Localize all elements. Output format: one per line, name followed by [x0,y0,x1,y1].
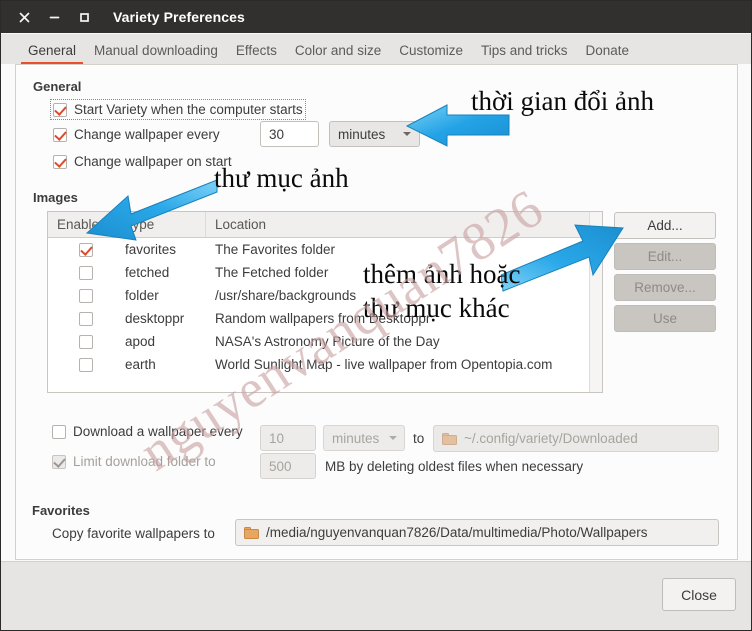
row-enabled-cell[interactable] [48,288,116,303]
edit-button: Edit... [614,243,716,270]
row-type-cell: favorites [125,242,177,257]
start-on-boot-checkbox[interactable] [53,102,67,117]
close-button[interactable]: Close [662,578,736,611]
images-section-heading: Images [33,190,78,205]
row-enabled-cell[interactable] [48,357,116,372]
row-enabled-checkbox[interactable] [79,311,93,326]
change-every-row: Change wallpaper every [53,127,220,142]
favorites-folder-path: /media/nguyenvanquan7826/Data/multimedia… [266,525,648,540]
download-folder-path: ~/.config/variety/Downloaded [464,431,638,446]
row-enabled-checkbox[interactable] [79,288,93,303]
use-button: Use [614,305,716,332]
download-folder-path-button: ~/.config/variety/Downloaded [433,425,719,452]
table-row[interactable]: desktoppr Random wallpapers from Desktop… [48,307,602,330]
table-row[interactable]: folder /usr/share/backgrounds [48,284,602,307]
action-bar: Close [1,561,751,630]
row-enabled-checkbox[interactable] [79,242,93,257]
change-every-value-input[interactable]: 30 [260,121,319,147]
change-every-unit-select[interactable]: minutes [329,121,420,147]
column-header-type[interactable]: Type [116,212,206,237]
column-header-enabled[interactable]: Enabled [48,212,116,237]
column-header-location[interactable]: Location [206,212,602,237]
add-button[interactable]: Add... [614,212,716,239]
title-bar: Variety Preferences [1,1,751,33]
change-on-start-row: Change wallpaper on start [53,154,232,169]
limit-download-label: Limit download folder to [73,454,216,469]
download-every-value-input: 10 [260,425,316,451]
tab-tips-and-tricks[interactable]: Tips and tricks [472,40,577,64]
row-location-cell: World Sunlight Map - live wallpaper from… [215,357,553,372]
table-row[interactable]: favorites The Favorites folder [48,238,602,261]
favorites-folder-path-button[interactable]: /media/nguyenvanquan7826/Data/multimedia… [235,519,719,546]
maximize-icon[interactable] [73,6,95,28]
folder-icon [442,432,457,445]
window-title: Variety Preferences [113,9,245,25]
tab-general[interactable]: General [19,40,85,64]
favorites-section-heading: Favorites [32,503,90,518]
images-table-scrollbar[interactable] [589,212,602,392]
remove-button: Remove... [614,274,716,301]
change-on-start-checkbox[interactable] [53,154,67,169]
row-location-cell: NASA's Astronomy Picture of the Day [215,334,440,349]
row-enabled-cell[interactable] [48,265,116,280]
chevron-down-icon [403,132,411,136]
tab-donate[interactable]: Donate [577,40,639,64]
table-row[interactable]: apod NASA's Astronomy Picture of the Day [48,330,602,353]
download-to-label: to [413,431,425,446]
download-every-label: Download a wallpaper every [73,424,243,439]
change-every-checkbox[interactable] [53,127,67,142]
change-on-start-label: Change wallpaper on start [74,154,232,169]
download-every-row: Download a wallpaper every [52,424,243,439]
chevron-down-icon [389,436,398,440]
row-enabled-cell[interactable] [48,311,116,326]
row-type-cell: earth [125,357,156,372]
change-every-unit-value: minutes [338,126,386,142]
row-type-cell: fetched [125,265,170,280]
tab-effects[interactable]: Effects [227,40,286,64]
images-table-header: Enabled Type Location [48,212,602,238]
tab-color-and-size[interactable]: Color and size [286,40,390,64]
row-enabled-checkbox[interactable] [79,334,93,349]
close-icon[interactable] [13,6,35,28]
download-every-unit-select: minutes [323,425,405,451]
start-on-boot-row[interactable]: Start Variety when the computer starts [50,99,306,120]
row-type-cell: apod [125,334,156,349]
download-every-unit-value: minutes [332,430,380,446]
limit-download-suffix: MB by deleting oldest files when necessa… [325,459,584,474]
tab-customize[interactable]: Customize [390,40,472,64]
copy-favorites-label: Copy favorite wallpapers to [52,526,215,541]
row-enabled-checkbox[interactable] [79,357,93,372]
change-every-label: Change wallpaper every [74,127,220,142]
start-on-boot-label: Start Variety when the computer starts [74,102,303,117]
folder-icon [244,526,259,539]
tab-manual-downloading[interactable]: Manual downloading [85,40,227,64]
variety-preferences-window: Variety Preferences General Manual downl… [0,0,752,631]
row-location-cell: The Favorites folder [215,242,336,257]
images-actions: Add... Edit... Remove... Use [614,212,716,336]
row-location-cell: /usr/share/backgrounds [215,288,357,303]
row-type-cell: folder [125,288,159,303]
minimize-icon[interactable] [43,6,65,28]
table-row[interactable]: fetched The Fetched folder [48,261,602,284]
row-type-cell: desktoppr [125,311,185,326]
download-every-checkbox[interactable] [52,424,66,439]
row-location-cell: Random wallpapers from Desktoppr [215,311,431,326]
table-row[interactable]: earth World Sunlight Map - live wallpape… [48,353,602,376]
limit-download-value-input: 500 [260,453,316,479]
row-enabled-cell[interactable] [48,334,116,349]
row-enabled-cell[interactable] [48,242,116,257]
general-section-heading: General [33,79,82,94]
row-enabled-checkbox[interactable] [79,265,93,280]
tab-bar: General Manual downloading Effects Color… [1,34,751,64]
limit-download-checkbox [52,454,66,469]
limit-download-row: Limit download folder to [52,454,216,469]
images-table[interactable]: Enabled Type Location favorites The Favo… [47,211,603,393]
row-location-cell: The Fetched folder [215,265,329,280]
